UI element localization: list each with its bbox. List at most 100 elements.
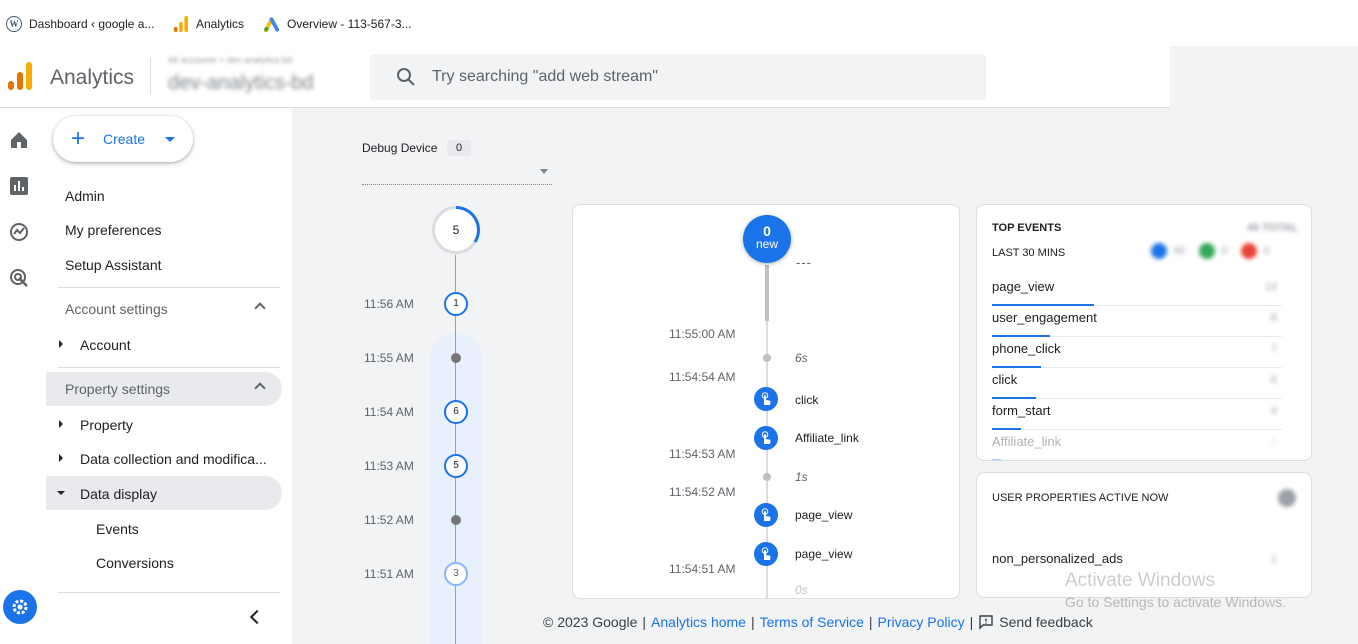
stream-event-name[interactable]: click [795,393,818,407]
top-events-total: 40 TOTAL [1247,222,1298,234]
top-event-row[interactable]: form_start 4 [992,399,1282,430]
search-bar[interactable]: Try searching "add web stream" [370,54,986,100]
page-footer: © 2023 Google | Analytics home | Terms o… [543,614,1093,630]
stream-event-name[interactable]: page_view [795,508,852,522]
legend-swatch [1241,243,1258,259]
nav-property[interactable]: Property [80,417,133,433]
top-event-row[interactable]: page_view 14 [992,275,1282,306]
legend-swatch [1151,243,1167,259]
user-property-count: 1 [1270,553,1277,565]
stream-event-bubble[interactable] [754,542,778,566]
header-divider [150,58,151,94]
minute-count-bubble[interactable]: 6 [444,400,468,424]
legend-item: 40 [1151,243,1185,259]
minute-count-bubble[interactable]: 5 [444,454,468,478]
footer-link-privacy[interactable]: Privacy Policy [878,614,965,630]
stream-gap-dot [763,354,771,362]
send-feedback-link[interactable]: Send feedback [999,614,1092,630]
bookmark-wordpress[interactable]: W Dashboard ‹ google a... [6,16,154,32]
stream-event-bubble[interactable] [754,426,778,450]
property-selector[interactable]: dev-analytics-bd [168,72,314,95]
search-icon [397,68,415,86]
nav-data-collection[interactable]: Data collection and modifica... [80,451,267,467]
top-event-bar [992,459,1001,460]
top-event-row[interactable]: click 6 [992,368,1282,399]
stream-time: 11:55:00 AM [669,327,736,341]
user-property-name: non_personalized_ads [992,551,1123,566]
debug-device-select[interactable] [362,184,552,185]
minutes-progress-arc [455,206,480,243]
minute-empty-dot[interactable] [451,353,461,363]
new-events-count: 0 [763,223,771,239]
advertising-icon[interactable] [9,268,29,288]
bookmark-label: Overview - 113-567-3... [287,17,412,31]
bookmark-google-ads[interactable]: Overview - 113-567-3... [264,16,412,32]
nav-setup-assistant[interactable]: Setup Assistant [65,257,162,273]
top-event-name: click [992,372,1018,387]
top-events-period: LAST 30 MINS [992,247,1066,259]
footer-link-analytics-home[interactable]: Analytics home [651,614,746,630]
app-header: Analytics All accounts > dev-analytics-b… [0,46,1170,108]
app-name: Analytics [50,66,135,89]
bookmark-analytics[interactable]: Analytics [173,16,244,32]
admin-gear-button[interactable] [3,590,37,624]
reports-icon[interactable] [9,176,29,196]
minute-time: 11:51 AM [364,567,414,581]
top-event-row[interactable]: Affiliate_link 1 [992,430,1282,460]
minute-time: 11:53 AM [364,459,414,473]
legend-item: 0 [1241,243,1270,259]
nav-conversions[interactable]: Conversions [96,555,174,571]
footer-link-terms[interactable]: Terms of Service [760,614,864,630]
stream-event-name[interactable]: Affiliate_link [795,431,859,445]
home-icon[interactable] [9,130,29,150]
top-event-row[interactable]: phone_click 7 [992,337,1282,368]
stream-duration: 0s [795,583,808,597]
stream-time: 11:54:51 AM [669,562,736,576]
minute-empty-dot[interactable] [451,515,461,525]
nav-data-display[interactable]: Data display [80,486,157,502]
analytics-logo[interactable] [8,62,32,90]
create-button[interactable]: + Create [53,116,193,162]
minute-count-bubble[interactable]: 1 [444,292,468,316]
touch-icon [761,547,771,560]
nav-admin[interactable]: Admin [65,188,105,204]
stream-time: 11:54:54 AM [669,370,736,384]
info-icon[interactable] [1278,489,1296,507]
nav-account[interactable]: Account [80,337,131,353]
new-events-badge[interactable]: 0 new [743,215,791,263]
create-label: Create [103,131,146,147]
dropdown-arrow-icon[interactable] [540,169,548,174]
nav-divider [58,367,280,368]
stream-duration: 1s [795,470,808,484]
nav-divider [58,287,280,288]
bookmark-label: Dashboard ‹ google a... [29,17,155,31]
top-event-name: phone_click [992,341,1061,356]
stream-event-bubble[interactable] [754,387,778,411]
minute-count-bubble[interactable]: 3 [444,562,468,586]
stream-event-name[interactable]: page_view [795,547,852,561]
stream-event-bubble[interactable] [754,503,778,527]
new-events-word: new [755,237,778,251]
chevron-up-icon [254,382,266,394]
top-event-count: 6 [1270,374,1277,386]
stream-dashes: --- [796,255,812,270]
section-label: Property settings [65,381,171,397]
legend-item: 0 [1199,243,1227,259]
explore-icon[interactable] [9,222,29,242]
analytics-icon [173,16,189,32]
account-settings-section[interactable]: Account settings [46,292,282,326]
top-event-name: user_engagement [992,310,1097,325]
admin-nav: + Create Admin My preferences Setup Assi… [46,108,292,644]
top-events-legend: 40 0 0 [1151,243,1270,259]
seconds-stream-card: 0 new --- 11:55:00 AM 6s 11:54:54 AM cli… [572,204,960,599]
legend-swatch [1199,243,1216,259]
nav-events[interactable]: Events [96,521,139,537]
legend-count: 0 [1263,245,1270,257]
top-event-row[interactable]: user_engagement 8 [992,306,1282,337]
legend-count: 40 [1173,245,1186,257]
collapse-nav-chevron-icon[interactable] [249,609,265,625]
nav-my-preferences[interactable]: My preferences [65,222,161,238]
property-settings-section[interactable]: Property settings [46,372,282,406]
account-path[interactable]: All accounts > dev-analytics-bd [168,55,292,65]
section-label: Account settings [65,301,168,317]
